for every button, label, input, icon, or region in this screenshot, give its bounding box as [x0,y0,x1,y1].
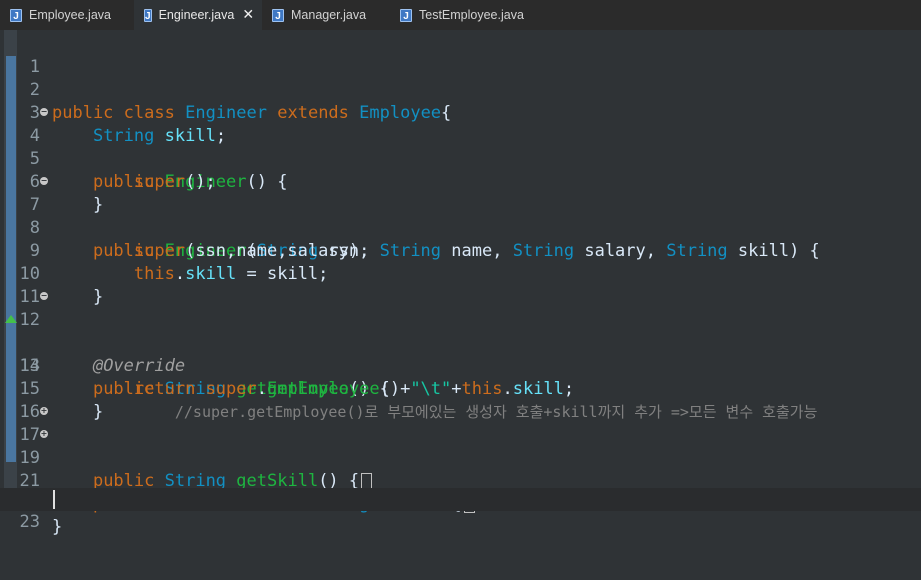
java-file-icon: J [144,8,152,22]
fold-toggle-icon[interactable]: − [40,177,48,185]
code-line-5[interactable]: 5 super(); [0,125,921,192]
code-line-17[interactable]: 17 + public String getSkill() { [0,401,921,491]
code-line-15[interactable]: 15 } //super.getEmployee()로 부모에있는 생성자 호출… [0,355,921,422]
java-file-icon: J [10,8,22,22]
code-line-16[interactable]: 16 [0,378,921,422]
code-line-3[interactable]: 3 String skill; [0,79,921,146]
code-line-8[interactable]: 8 super(ssn,name,salary); [0,194,921,261]
code-text: } [52,517,63,537]
fold-toggle-icon[interactable]: − [40,108,48,116]
editor-tab-bar: J Employee.java J Engineer.java ✕ J Mana… [0,0,921,30]
code-line-1[interactable]: 1 [0,33,921,77]
code-line-2[interactable]: 2 public class Engineer extends Employee… [0,56,921,123]
code-line-21[interactable]: 21 [0,447,921,491]
tab-employee-java[interactable]: J Employee.java [0,0,134,30]
code-line-10[interactable]: 10 } [0,240,921,307]
line-number: 23 [19,512,40,532]
code-line-11[interactable]: 11 [0,263,921,307]
fold-toggle-icon[interactable]: + [40,407,48,415]
tab-testemployee-java[interactable]: J TestEmployee.java [390,0,540,30]
fold-toggle-icon[interactable]: + [40,430,48,438]
fold-toggle-icon[interactable]: − [40,292,48,300]
override-marker-icon[interactable] [5,315,17,323]
tab-manager-java[interactable]: J Manager.java [262,0,390,30]
code-line-6[interactable]: 6 } [0,148,921,215]
java-file-icon: J [272,8,284,22]
code-line-14[interactable]: 14 return super.getEmployee()+"\t"+this.… [0,332,921,399]
code-line-13[interactable]: 13 public String getEmployee() { [0,309,921,399]
tab-label: Manager.java [291,8,367,22]
code-line-7[interactable]: 7 − public Engineer(String ssn, String n… [0,171,921,262]
code-line-23[interactable]: 23 [0,488,921,532]
close-icon[interactable]: ✕ [242,7,254,23]
code-line-9[interactable]: 9 this.skill = skill; [0,217,921,284]
tab-label: Employee.java [29,8,111,22]
tab-engineer-java[interactable]: J Engineer.java ✕ [134,0,262,30]
text-cursor [53,490,55,509]
code-line-4[interactable]: 4 − public Engineer() { [0,102,921,193]
code-editor[interactable]: 1 2 public class Engineer extends Employ… [0,30,921,537]
code-line-19[interactable]: 19 + public void setSkill(String skill) … [0,424,921,514]
java-file-icon: J [400,8,412,22]
tab-label: TestEmployee.java [419,8,524,22]
tab-label: Engineer.java [158,8,235,22]
code-line-12[interactable]: 12 − @Override [0,286,921,377]
